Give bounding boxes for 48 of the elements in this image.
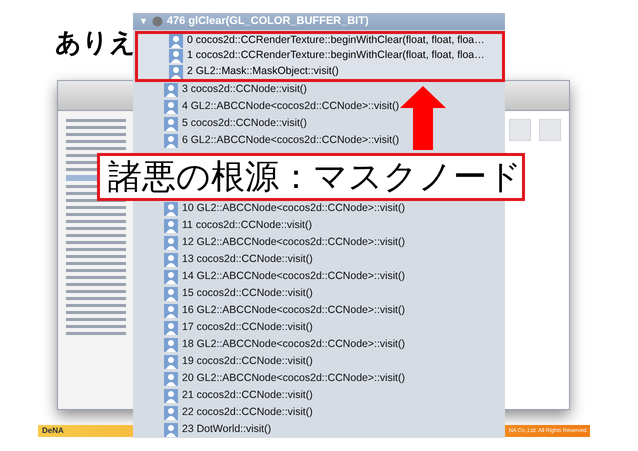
person-icon <box>164 236 178 250</box>
call-tree-row[interactable]: 19 cocos2d::CCNode::visit() <box>133 353 505 370</box>
call-tree-row[interactable]: 20 GL2::ABCCNode<cocos2d::CCNode>::visit() <box>133 370 505 387</box>
person-icon <box>164 422 178 436</box>
call-tree-row[interactable]: 12 GL2::ABCCNode<cocos2d::CCNode>::visit() <box>133 234 505 251</box>
call-tree-row[interactable]: 16 GL2::ABCCNode<cocos2d::CCNode>::visit() <box>133 302 505 319</box>
person-icon <box>164 202 178 216</box>
call-tree-row[interactable]: 4 GL2::ABCCNode<cocos2d::CCNode>::visit() <box>133 98 505 116</box>
person-icon <box>164 100 178 114</box>
person-icon <box>164 270 178 284</box>
call-tree-row[interactable]: 3 cocos2d::CCNode::visit() <box>133 82 505 98</box>
call-tree-row[interactable]: 18 GL2::ABCCNode<cocos2d::CCNode>::visit() <box>133 336 505 353</box>
sphere-icon <box>152 16 163 27</box>
person-icon <box>164 83 178 97</box>
person-icon <box>164 388 178 402</box>
person-icon <box>164 218 178 232</box>
header-label: 476 glClear(GL_COLOR_BUFFER_BIT) <box>166 14 369 29</box>
call-tree-row[interactable]: 17 cocos2d::CCNode::visit() <box>133 319 505 336</box>
person-icon <box>169 49 183 63</box>
person-icon <box>169 34 183 48</box>
slide-title: ありえ <box>55 27 136 60</box>
person-icon <box>164 134 178 148</box>
person-icon <box>164 406 178 420</box>
person-icon <box>169 64 183 78</box>
call-tree-row[interactable]: 6 GL2::ABCCNode<cocos2d::CCNode>::visit() <box>133 132 505 150</box>
call-tree-row[interactable]: 23 DotWorld::visit() <box>133 421 505 438</box>
callout-text: 諸悪の根源：マスクノード <box>97 153 525 201</box>
call-tree-row[interactable]: 0 cocos2d::CCRenderTexture::beginWithClear(float, float, floa… <box>135 30 505 48</box>
call-tree-row[interactable]: 5 cocos2d::CCNode::visit() <box>133 116 505 132</box>
person-icon <box>164 252 178 266</box>
call-tree-row[interactable]: 14 GL2::ABCCNode<cocos2d::CCNode>::visit() <box>133 268 505 285</box>
logo-text: DeNA <box>42 425 64 437</box>
call-tree-row[interactable]: 1 cocos2d::CCRenderTexture::beginWithClear(float, float, floa… <box>135 48 505 64</box>
person-icon <box>164 372 178 386</box>
call-tree-row[interactable]: 22 cocos2d::CCNode::visit() <box>133 404 505 421</box>
call-tree-row[interactable]: 2 GL2::Mask::MaskObject::visit() <box>135 64 505 82</box>
person-icon <box>164 354 178 368</box>
person-icon <box>164 117 178 131</box>
person-icon <box>164 320 178 334</box>
person-icon <box>164 286 178 300</box>
call-tree-row[interactable]: 11 cocos2d::CCNode::visit() <box>133 217 505 234</box>
up-arrow-icon <box>400 86 446 150</box>
call-tree-row[interactable]: 15 cocos2d::CCNode::visit() <box>133 285 505 302</box>
call-tree-row[interactable]: 13 cocos2d::CCNode::visit() <box>133 251 505 268</box>
call-tree-row[interactable]: 10 GL2::ABCCNode<cocos2d::CCNode>::visit() <box>133 200 505 217</box>
person-icon <box>164 338 178 352</box>
call-tree-row[interactable]: 21 cocos2d::CCNode::visit() <box>133 387 505 404</box>
person-icon <box>164 304 178 318</box>
